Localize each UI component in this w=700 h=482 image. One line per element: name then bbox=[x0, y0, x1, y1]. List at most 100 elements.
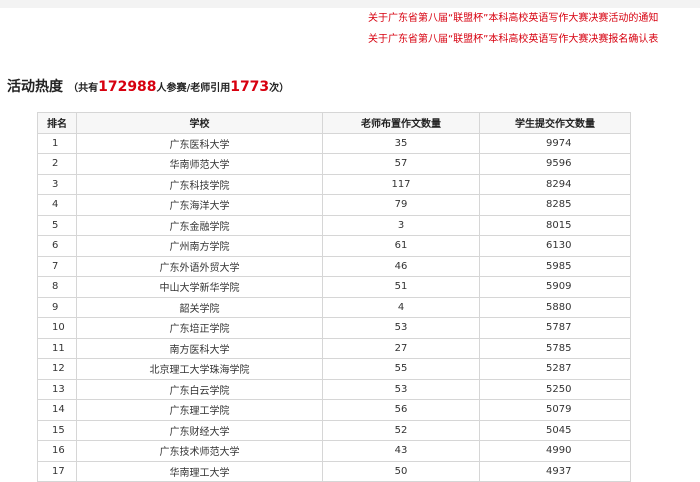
cell-teacher-count: 43 bbox=[322, 440, 480, 462]
cell-rank: 10 bbox=[37, 317, 77, 339]
cell-teacher-count: 3 bbox=[322, 214, 480, 236]
cell-teacher-count: 51 bbox=[322, 276, 480, 298]
cell-rank: 8 bbox=[37, 276, 77, 298]
cell-teacher-count: 117 bbox=[322, 173, 480, 195]
cell-rank: 5 bbox=[37, 214, 77, 236]
table-row: 10 广东培正学院 53 5787 bbox=[37, 317, 631, 339]
cell-rank: 15 bbox=[37, 419, 77, 441]
cell-student-count: 5079 bbox=[479, 399, 631, 421]
cell-school: 南方医科大学 bbox=[76, 337, 323, 359]
table-row: 3 广东科技学院 117 8294 bbox=[37, 173, 631, 195]
table-row: 11 南方医科大学 27 5785 bbox=[37, 337, 631, 359]
citations-count: 1773 bbox=[230, 79, 270, 95]
table-row: 8 中山大学新华学院 51 5909 bbox=[37, 276, 631, 298]
cell-teacher-count: 55 bbox=[322, 358, 480, 380]
cell-rank: 3 bbox=[37, 173, 77, 195]
cell-student-count: 4990 bbox=[479, 440, 631, 462]
table-header-row: 排名 学校 老师布置作文数量 学生提交作文数量 bbox=[37, 112, 631, 134]
cell-student-count: 5785 bbox=[479, 337, 631, 359]
cell-rank: 4 bbox=[37, 194, 77, 216]
cell-school: 广东外语外贸大学 bbox=[76, 255, 323, 277]
cell-school: 北京理工大学珠海学院 bbox=[76, 358, 323, 380]
cell-school: 广州南方学院 bbox=[76, 235, 323, 257]
table-row: 14 广东理工学院 56 5079 bbox=[37, 399, 631, 421]
cell-student-count: 6130 bbox=[479, 235, 631, 257]
table-row: 13 广东白云学院 53 5250 bbox=[37, 378, 631, 400]
section-title: 活动热度 bbox=[7, 79, 63, 95]
cell-teacher-count: 79 bbox=[322, 194, 480, 216]
cell-school: 华南师范大学 bbox=[76, 153, 323, 175]
cell-teacher-count: 61 bbox=[322, 235, 480, 257]
table-row: 7 广东外语外贸大学 46 5985 bbox=[37, 255, 631, 277]
cell-student-count: 5287 bbox=[479, 358, 631, 380]
header-student-submissions: 学生提交作文数量 bbox=[479, 112, 631, 134]
ranking-table: 排名 学校 老师布置作文数量 学生提交作文数量 1 广东医科大学 35 9974 2 华南… bbox=[37, 112, 631, 482]
cell-school: 广东白云学院 bbox=[76, 378, 323, 400]
cell-teacher-count: 57 bbox=[322, 153, 480, 175]
table-row: 17 华南理工大学 50 4937 bbox=[37, 460, 631, 482]
heading-middle: 人参赛/老师引用 bbox=[156, 83, 231, 94]
table-row: 15 广东财经大学 52 5045 bbox=[37, 419, 631, 441]
cell-rank: 17 bbox=[37, 460, 77, 482]
heading-suffix: 次） bbox=[269, 83, 290, 94]
cell-teacher-count: 46 bbox=[322, 255, 480, 277]
cell-student-count: 5787 bbox=[479, 317, 631, 339]
activity-heat-heading: 活动热度 （共有172988人参赛/老师引用1773次） bbox=[7, 76, 289, 96]
cell-school: 广东金融学院 bbox=[76, 214, 323, 236]
cell-student-count: 5985 bbox=[479, 255, 631, 277]
cell-student-count: 9974 bbox=[479, 132, 631, 154]
cell-school: 广东技术师范大学 bbox=[76, 440, 323, 462]
cell-rank: 2 bbox=[37, 153, 77, 175]
header-school: 学校 bbox=[76, 112, 323, 134]
header-rank: 排名 bbox=[37, 112, 77, 134]
table-row: 1 广东医科大学 35 9974 bbox=[37, 132, 631, 154]
cell-rank: 6 bbox=[37, 235, 77, 257]
cell-student-count: 5250 bbox=[479, 378, 631, 400]
cell-teacher-count: 4 bbox=[322, 296, 480, 318]
cell-rank: 7 bbox=[37, 255, 77, 277]
cell-school: 华南理工大学 bbox=[76, 460, 323, 482]
notice-link-final-activity[interactable]: 关于广东省第八届“联盟杯”本科高校英语写作大赛决赛活动的通知 bbox=[368, 12, 698, 26]
participants-count: 172988 bbox=[98, 79, 157, 95]
notice-link-registration-form[interactable]: 关于广东省第八届“联盟杯”本科高校英语写作大赛决赛报名确认表 bbox=[368, 33, 698, 47]
cell-rank: 1 bbox=[37, 132, 77, 154]
cell-rank: 13 bbox=[37, 378, 77, 400]
heading-prefix: （共有 bbox=[68, 83, 99, 94]
cell-teacher-count: 50 bbox=[322, 460, 480, 482]
cell-student-count: 9596 bbox=[479, 153, 631, 175]
cell-school: 广东医科大学 bbox=[76, 132, 323, 154]
cell-rank: 9 bbox=[37, 296, 77, 318]
cell-school: 广东科技学院 bbox=[76, 173, 323, 195]
cell-student-count: 5909 bbox=[479, 276, 631, 298]
table-row: 2 华南师范大学 57 9596 bbox=[37, 153, 631, 175]
header-teacher-assignments: 老师布置作文数量 bbox=[322, 112, 480, 134]
cell-school: 广东海洋大学 bbox=[76, 194, 323, 216]
cell-student-count: 8294 bbox=[479, 173, 631, 195]
cell-teacher-count: 53 bbox=[322, 317, 480, 339]
table-row: 16 广东技术师范大学 43 4990 bbox=[37, 440, 631, 462]
cell-student-count: 8015 bbox=[479, 214, 631, 236]
cell-school: 广东财经大学 bbox=[76, 419, 323, 441]
cell-teacher-count: 35 bbox=[322, 132, 480, 154]
ranking-table-body: 1 广东医科大学 35 9974 2 华南师范大学 57 9596 3 广东科技学院 117 8294… bbox=[37, 132, 631, 482]
table-row: 6 广州南方学院 61 6130 bbox=[37, 235, 631, 257]
cell-teacher-count: 56 bbox=[322, 399, 480, 421]
cell-student-count: 5880 bbox=[479, 296, 631, 318]
cell-student-count: 5045 bbox=[479, 419, 631, 441]
cell-teacher-count: 53 bbox=[322, 378, 480, 400]
top-bar bbox=[0, 0, 700, 8]
table-row: 12 北京理工大学珠海学院 55 5287 bbox=[37, 358, 631, 380]
cell-student-count: 4937 bbox=[479, 460, 631, 482]
cell-teacher-count: 27 bbox=[322, 337, 480, 359]
cell-rank: 12 bbox=[37, 358, 77, 380]
cell-teacher-count: 52 bbox=[322, 419, 480, 441]
cell-school: 广东培正学院 bbox=[76, 317, 323, 339]
cell-student-count: 8285 bbox=[479, 194, 631, 216]
cell-rank: 16 bbox=[37, 440, 77, 462]
cell-rank: 14 bbox=[37, 399, 77, 421]
cell-school: 韶关学院 bbox=[76, 296, 323, 318]
cell-school: 广东理工学院 bbox=[76, 399, 323, 421]
cell-school: 中山大学新华学院 bbox=[76, 276, 323, 298]
table-row: 9 韶关学院 4 5880 bbox=[37, 296, 631, 318]
table-row: 4 广东海洋大学 79 8285 bbox=[37, 194, 631, 216]
